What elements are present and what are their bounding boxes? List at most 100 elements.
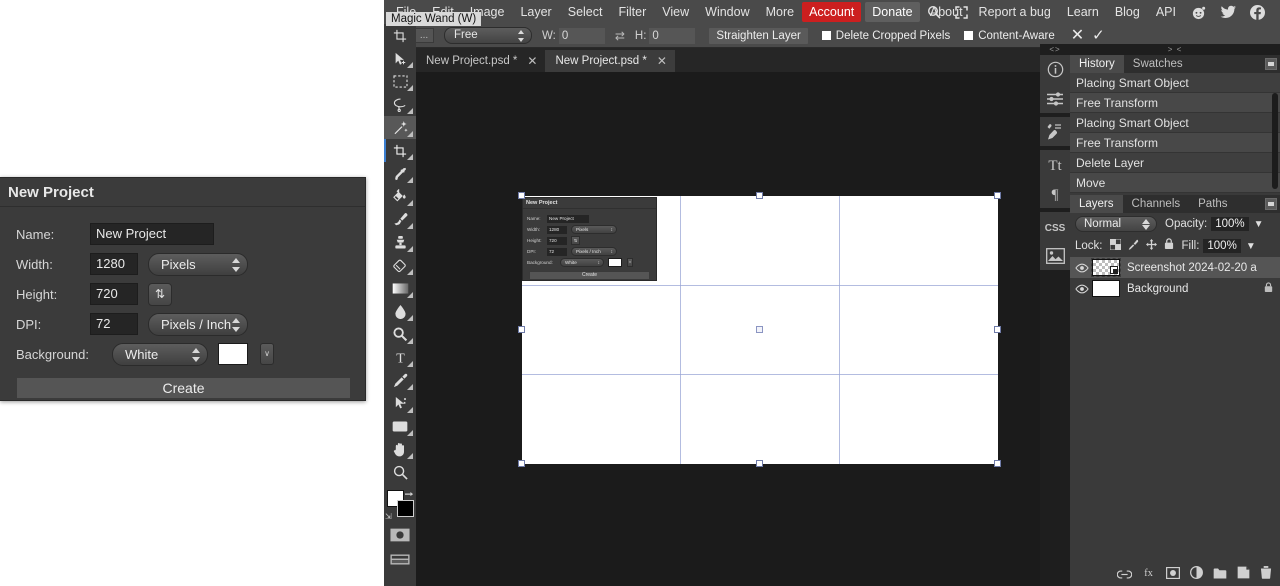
dpi-input[interactable]: 72 [90,313,138,335]
lock-all-icon[interactable] [1164,237,1174,255]
tab-swatches[interactable]: Swatches [1124,55,1192,73]
menu-about[interactable]: About [922,0,971,24]
tool-magic-wand[interactable] [384,116,416,139]
tab-channels[interactable]: Channels [1123,195,1190,213]
tool-move[interactable] [384,47,416,70]
tool-pen[interactable] [384,369,416,392]
lock-pixels-icon[interactable] [1128,237,1139,255]
menu-learn[interactable]: Learn [1059,0,1107,24]
twitter-icon[interactable] [1213,5,1243,20]
crop-width-input[interactable]: 0 [558,27,605,44]
adjustments-icon[interactable] [1040,84,1070,113]
layers-panel-menu-button[interactable] [1265,198,1277,210]
delete-layer-icon[interactable] [1260,566,1272,584]
fill-value[interactable]: 100% [1203,239,1241,253]
layer-mask-icon[interactable] [1166,566,1180,584]
straighten-layer-button[interactable]: Straighten Layer [709,27,808,44]
menu-window[interactable]: Window [697,0,757,24]
account-button[interactable]: Account [802,2,862,22]
menu-select[interactable]: Select [560,0,611,24]
tool-rectangular-marquee[interactable] [384,70,416,93]
tab-paths[interactable]: Paths [1189,195,1236,213]
transform-handle-w[interactable] [518,326,525,333]
link-layers-icon[interactable] [1116,566,1133,584]
menu-view[interactable]: View [654,0,697,24]
transform-center-point[interactable] [756,326,763,333]
document-tab[interactable]: New Project.psd * ✕ [416,50,545,72]
document-tab-active[interactable]: New Project.psd * ✕ [545,50,675,72]
history-item[interactable]: Move [1070,173,1280,193]
swap-icon[interactable]: ⇄ [615,29,625,43]
tool-crop-preview[interactable] [384,24,416,47]
layer-row-background[interactable]: Background [1070,278,1280,299]
history-list[interactable]: Placing Smart Object Free Transform Plac… [1070,73,1280,193]
lock-position-icon[interactable] [1145,237,1157,255]
height-input[interactable]: 720 [90,283,138,305]
chevron-down-icon[interactable]: ▼ [1254,219,1264,230]
adjustment-layer-icon[interactable] [1190,566,1203,584]
menu-filter[interactable]: Filter [610,0,654,24]
commit-crop-icon[interactable]: ✓ [1092,28,1105,43]
tool-brush[interactable] [384,208,416,231]
tab-layers[interactable]: Layers [1070,195,1123,213]
tool-gradient[interactable] [384,277,416,300]
tool-presets-button[interactable]: ... [414,28,434,43]
image-icon[interactable] [1040,241,1070,270]
lock-transparency-icon[interactable] [1109,237,1121,255]
menu-report-bug[interactable]: Report a bug [971,0,1059,24]
css-icon[interactable]: CSS [1040,212,1070,241]
color-swatches[interactable]: ⇲ [384,488,416,522]
reset-colors-icon[interactable]: ⇲ [385,512,392,521]
transform-handle-ne[interactable] [994,192,1001,199]
transform-handle-n[interactable] [756,192,763,199]
transform-handle-e[interactable] [994,326,1001,333]
opacity-value[interactable]: 100% [1211,217,1249,231]
new-layer-icon[interactable] [1237,566,1250,584]
history-item[interactable]: Free Transform [1070,93,1280,113]
tool-clone-stamp[interactable] [384,231,416,254]
background-color-swatch[interactable] [397,500,414,517]
transform-handle-se[interactable] [994,460,1001,467]
content-aware-checkbox[interactable]: Content-Aware [964,30,1055,42]
tool-paint-bucket[interactable] [384,185,416,208]
crop-ratio-select[interactable]: Free [444,27,532,44]
blend-mode-select[interactable]: Normal [1075,216,1157,232]
history-item[interactable]: Delete Layer [1070,153,1280,173]
chevron-down-icon[interactable]: ▼ [1246,241,1256,252]
background-more-button[interactable]: ∨ [260,343,274,365]
character-icon[interactable]: Tt [1040,150,1070,179]
close-icon[interactable]: ✕ [527,54,537,68]
tool-crop[interactable] [384,139,416,162]
width-input[interactable]: 1280 [90,253,138,275]
tool-path-select[interactable] [384,392,416,415]
tool-zoom[interactable] [384,461,416,484]
history-panel-menu-button[interactable] [1265,58,1277,70]
transform-handle-nw[interactable] [518,192,525,199]
collapse-panels-button[interactable]: > < [1070,44,1280,55]
swap-dimensions-button[interactable]: ⇅ [148,282,172,306]
layer-style-icon[interactable]: fx [1142,566,1156,584]
tool-eraser[interactable] [384,254,416,277]
name-input[interactable]: New Project [90,223,214,245]
brush-presets-icon[interactable] [1040,117,1070,146]
tool-type[interactable]: T [384,346,416,369]
menu-blog[interactable]: Blog [1107,0,1148,24]
swap-colors-icon[interactable] [405,488,414,497]
tool-lasso[interactable] [384,93,416,116]
transform-handle-sw[interactable] [518,460,525,467]
new-group-icon[interactable] [1213,566,1227,584]
expand-panels-button[interactable]: <> [1040,44,1070,55]
background-color-swatch[interactable] [218,343,248,365]
history-scrollbar[interactable] [1272,93,1278,189]
tool-shape[interactable] [384,415,416,438]
tool-dodge[interactable] [384,323,416,346]
close-icon[interactable]: ✕ [657,54,667,68]
menu-more[interactable]: More [758,0,802,24]
menu-layer[interactable]: Layer [512,0,559,24]
eye-icon[interactable] [1074,284,1090,294]
transform-handle-s[interactable] [756,460,763,467]
quick-mask-icon[interactable] [384,524,416,546]
dpi-unit-select[interactable]: Pixels / Inch [148,312,248,336]
document-canvas[interactable]: New Project Name: New Project Width: 128… [518,192,1001,467]
create-button[interactable]: Create [16,377,351,399]
